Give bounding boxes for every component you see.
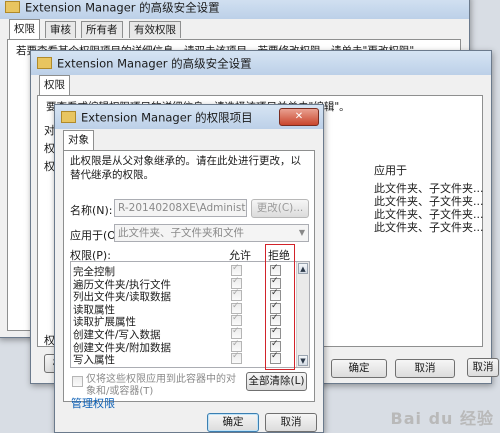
cancel-button-back[interactable]: 取消 [467,358,499,377]
scrollbar[interactable]: ▲ ▼ [296,262,309,367]
watermark: Bai du 经验 [390,409,494,428]
window-title: Extension Manager 的高级安全设置 [25,0,220,15]
tab-permissions[interactable]: 权限 [39,75,70,95]
allow-checkbox[interactable] [231,301,242,314]
permission-row: 遍历文件夹/执行文件 [71,276,296,291]
ok-button[interactable]: 确定 [207,413,259,432]
allow-checkbox[interactable] [231,313,242,327]
tab-object[interactable]: 对象 [63,130,94,150]
allow-checkbox[interactable] [231,263,242,276]
column-header-apply-to: 应用于 [374,164,407,177]
tab-permissions[interactable]: 权限 [9,19,40,39]
inherited-description: 此权限是从父对象继承的。请在此处进行更改，以替代继承的权限。 [70,155,301,181]
deny-column-highlight [265,244,295,370]
window-title: Extension Manager 的高级安全设置 [57,56,252,71]
allow-checkbox[interactable] [231,339,242,352]
list-item[interactable]: 此文件夹、子文件夹... [374,219,484,235]
dialog-title: Extension Manager 的权限项目 [81,110,253,125]
allow-checkbox[interactable] [231,326,242,339]
clear-all-button[interactable]: 全部清除(L) [246,372,307,391]
name-label: 名称(N): [70,204,113,217]
name-field: R-20140208XE\Administrators) [114,199,247,217]
chevron-down-icon: ▼ [298,228,305,237]
allow-checkbox[interactable] [231,288,242,302]
change-button[interactable]: 更改(C)... [251,199,309,218]
permission-row: 创建文件夹/附加数据 [71,339,296,354]
permission-name: 写入属性 [73,354,115,367]
tab-effective-permissions[interactable]: 有效权限 [129,21,181,38]
scroll-up-arrow-icon[interactable]: ▲ [298,263,308,274]
close-icon[interactable]: ✕ [279,108,319,126]
permission-row: 读取扩展属性 [71,313,296,328]
cancel-button[interactable]: 取消 [265,413,317,432]
only-apply-checkbox[interactable] [72,376,83,387]
tab-panel: 此权限是从父对象继承的。请在此处进行更改，以替代继承的权限。 名称(N): R-… [63,150,315,402]
allow-checkbox[interactable] [231,276,242,289]
tab-auditing[interactable]: 审核 [45,21,76,38]
permission-row: 写入属性 [71,351,296,367]
folder-icon [61,110,76,123]
window-titlebar: Extension Manager 的高级安全设置 [0,0,469,19]
cancel-button[interactable]: 取消 [395,359,455,378]
ok-button[interactable]: 确定 [331,359,387,378]
folder-icon [5,0,20,13]
scroll-down-arrow-icon[interactable]: ▼ [298,355,308,366]
permission-rows: 完全控制遍历文件夹/执行文件列出文件夹/读取数据读取属性读取扩展属性创建文件/写… [71,263,296,367]
folder-icon [37,56,52,69]
manage-permissions-link[interactable]: 管理权限 [71,395,115,411]
apply-to-value: 此文件夹、子文件夹和文件 [118,227,244,239]
window-titlebar: Extension Manager 的高级安全设置 [31,51,491,75]
permission-row: 创建文件/写入数据 [71,326,296,341]
allow-checkbox[interactable] [231,351,242,365]
apply-to-select[interactable]: 此文件夹、子文件夹和文件 ▼ [114,224,309,242]
permission-row: 完全控制 [71,263,296,278]
permission-row: 读取属性 [71,301,296,316]
permission-row: 列出文件夹/读取数据 [71,288,296,303]
permission-entry-dialog: Extension Manager 的权限项目 ✕ 对象 此权限是从父对象继承的… [54,104,324,433]
tab-owner[interactable]: 所有者 [81,21,123,38]
